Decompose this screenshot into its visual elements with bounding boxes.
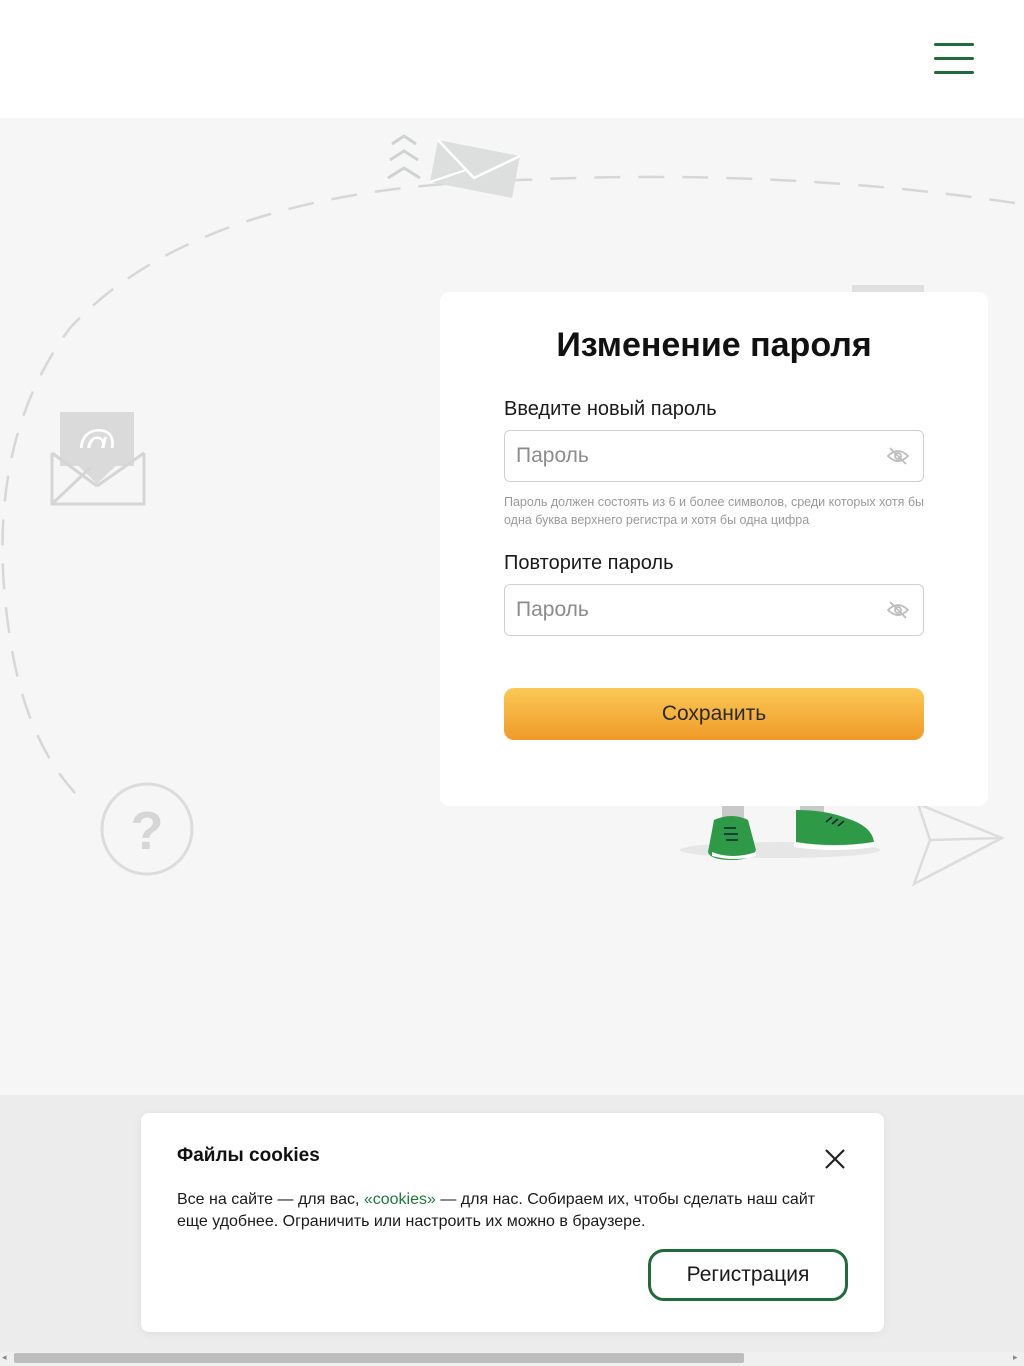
page-title: Изменение пароля (556, 326, 872, 364)
registration-button[interactable]: Регистрация (648, 1249, 848, 1301)
hamburger-menu-icon[interactable] (934, 42, 976, 76)
burger-line (934, 71, 974, 74)
scroll-left-arrow-icon[interactable]: ◂ (2, 1353, 7, 1363)
repeat-password-label: Повторите пароль (504, 552, 674, 574)
burger-line (934, 43, 974, 46)
cookie-text-before: Все на сайте — для вас, (177, 1191, 364, 1208)
svg-text:?: ? (131, 801, 164, 861)
cookie-banner: Файлы cookies Все на сайте — для вас, «c… (141, 1113, 884, 1332)
email-at-icon: @ (50, 412, 146, 506)
new-password-label: Введите новый пароль (504, 398, 717, 420)
eye-hidden-icon[interactable] (887, 600, 909, 620)
cookies-link[interactable]: «cookies» (364, 1191, 436, 1208)
save-button[interactable]: Сохранить (504, 688, 924, 740)
site-header (0, 0, 1024, 118)
cookie-text: Все на сайте — для вас, «cookies» — для … (177, 1189, 847, 1233)
horizontal-scrollbar-thumb[interactable] (14, 1353, 744, 1363)
repeat-password-input[interactable] (505, 585, 875, 635)
paper-plane-icon (911, 801, 1005, 887)
scroll-right-arrow-icon[interactable]: ▸ (1013, 1353, 1018, 1363)
sneakers-icon (680, 804, 880, 860)
question-icon: ? (100, 782, 194, 876)
change-password-card: Изменение пароля Введите новый пароль Па… (440, 292, 988, 806)
password-requirements-hint: Пароль должен состоять из 6 и более симв… (504, 495, 924, 527)
burger-line (934, 57, 974, 60)
new-password-field-wrapper (504, 430, 924, 482)
eye-hidden-icon[interactable] (887, 446, 909, 466)
repeat-password-field-wrapper (504, 584, 924, 636)
close-icon[interactable] (823, 1147, 847, 1171)
new-password-input[interactable] (505, 431, 875, 481)
cookie-title: Файлы cookies (177, 1145, 320, 1166)
envelope-icon (387, 134, 521, 198)
